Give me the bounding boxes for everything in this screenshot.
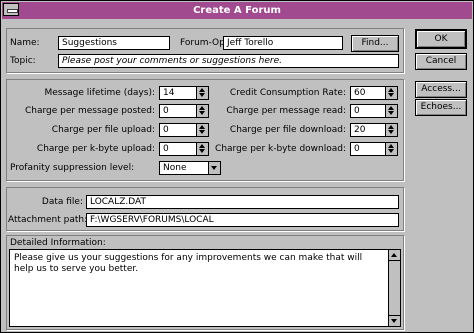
dropdown-arrow-icon[interactable]: [208, 162, 220, 174]
scroll-up-icon[interactable]: [389, 250, 400, 261]
charge-file-download-value: 20: [354, 125, 366, 135]
charge-kbyte-download-value: 0: [354, 144, 360, 154]
credit-consumption-spinner[interactable]: 60: [350, 86, 398, 100]
cancel-button[interactable]: Cancel: [415, 53, 467, 70]
profanity-value: None: [163, 163, 187, 173]
charge-file-upload-label: Charge per file upload:: [51, 125, 155, 135]
charge-message-read-spinner[interactable]: 0: [350, 104, 398, 118]
system-menu-icon[interactable]: [3, 3, 19, 16]
credit-consumption-value: 60: [354, 88, 366, 98]
credit-consumption-label: Credit Consumption Rate:: [229, 88, 346, 98]
echoes-button[interactable]: Echoes...: [415, 99, 467, 116]
topic-label: Topic:: [10, 56, 36, 66]
charge-file-download-spinner[interactable]: 20: [350, 123, 398, 137]
charge-message-posted-label: Charge per message posted:: [25, 106, 155, 116]
title-bar: Create A Forum: [2, 2, 472, 19]
charge-kbyte-download-label: Charge per k-byte download:: [215, 144, 346, 154]
charge-kbyte-download-spinner[interactable]: 0: [350, 142, 398, 156]
data-file-field[interactable]: LOCALZ.DAT: [86, 195, 399, 209]
charge-file-upload-spinner[interactable]: 0: [159, 123, 209, 137]
create-forum-dialog: Create A Forum Name: Suggestions Forum-O…: [0, 0, 474, 333]
charge-kbyte-upload-value: 0: [163, 144, 169, 154]
detailed-information-textarea[interactable]: Please give us your suggestions for any …: [9, 249, 401, 327]
forum-op-field[interactable]: Jeff Torello: [223, 36, 343, 50]
spinner-arrows-icon[interactable]: [385, 105, 397, 117]
message-lifetime-spinner[interactable]: 14: [159, 86, 209, 100]
forum-op-label: Forum-Op:: [180, 38, 228, 48]
spinner-arrows-icon[interactable]: [385, 87, 397, 99]
spinner-arrows-icon[interactable]: [385, 124, 397, 136]
attachment-path-field[interactable]: F:\WGSERV\FORUMS\LOCAL: [86, 213, 399, 227]
charge-message-read-label: Charge per message read:: [226, 106, 346, 116]
spinner-arrows-icon[interactable]: [385, 143, 397, 155]
profanity-label: Profanity suppression level:: [10, 163, 135, 173]
detailed-information-label: Detailed Information:: [10, 238, 106, 248]
topic-field[interactable]: Please post your comments or suggestions…: [58, 54, 399, 68]
vertical-scrollbar[interactable]: [388, 250, 400, 326]
detailed-information-text: Please give us your suggestions for any …: [14, 253, 363, 274]
profanity-dropdown[interactable]: None: [159, 161, 221, 175]
charge-kbyte-upload-label: Charge per k-byte upload:: [36, 144, 155, 154]
message-lifetime-value: 14: [163, 88, 175, 98]
charge-message-posted-value: 0: [163, 106, 169, 116]
ok-button[interactable]: OK: [415, 29, 467, 49]
spinner-arrows-icon[interactable]: [196, 143, 208, 155]
attachment-path-label: Attachment path:: [8, 215, 88, 225]
find-button[interactable]: Find...: [351, 35, 399, 52]
scroll-down-icon[interactable]: [389, 315, 400, 326]
window-title: Create A Forum: [193, 5, 281, 16]
charge-file-download-label: Charge per file download:: [229, 125, 346, 135]
spinner-arrows-icon[interactable]: [196, 87, 208, 99]
charge-message-read-value: 0: [354, 106, 360, 116]
charge-kbyte-upload-spinner[interactable]: 0: [159, 142, 209, 156]
charge-message-posted-spinner[interactable]: 0: [159, 104, 209, 118]
name-field[interactable]: Suggestions: [58, 36, 170, 50]
message-lifetime-label: Message lifetime (days):: [44, 88, 155, 98]
data-file-label: Data file:: [41, 197, 83, 207]
charge-file-upload-value: 0: [163, 125, 169, 135]
spinner-arrows-icon[interactable]: [196, 105, 208, 117]
name-label: Name:: [10, 38, 40, 48]
access-button[interactable]: Access...: [415, 81, 467, 98]
spinner-arrows-icon[interactable]: [196, 124, 208, 136]
